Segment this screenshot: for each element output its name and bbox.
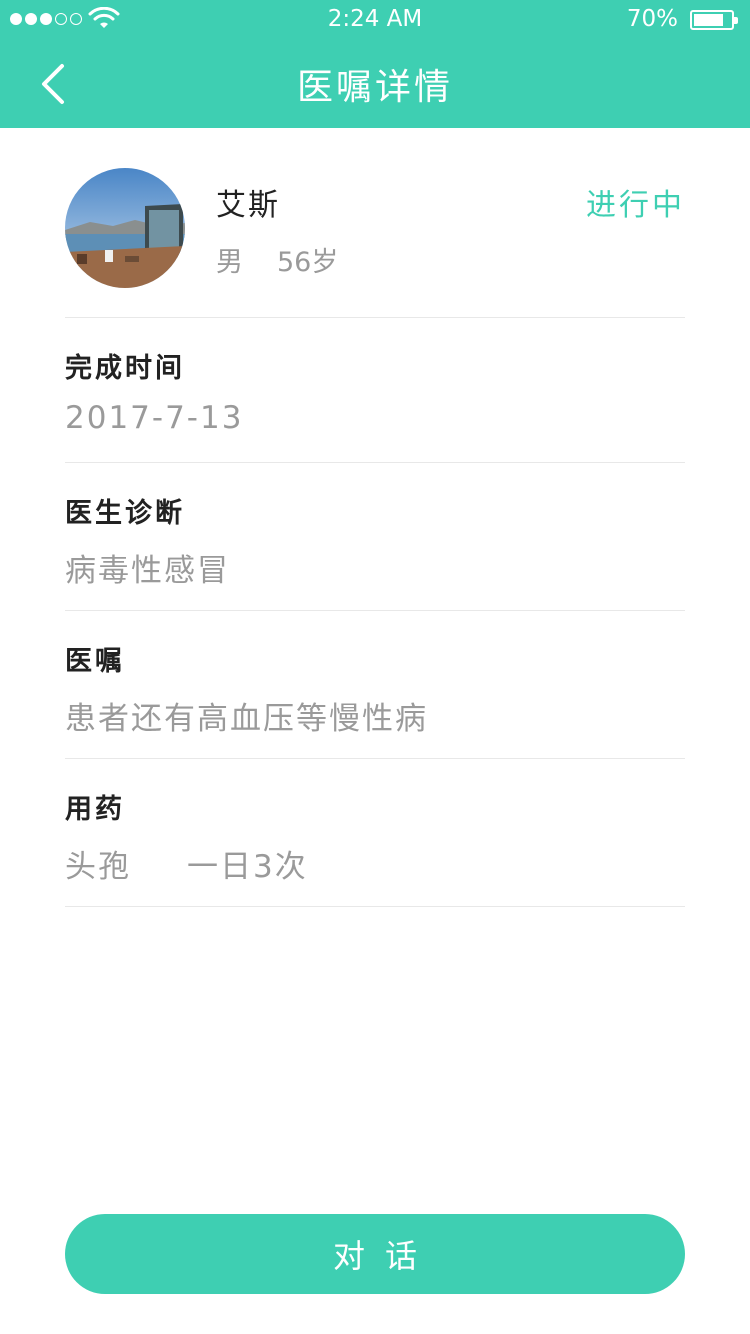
page-title: 医嘱详情 bbox=[296, 67, 453, 108]
status-badge: 进行中 bbox=[586, 188, 685, 223]
patient-gender: 男 bbox=[216, 247, 243, 278]
completion-time-label: 完成时间 bbox=[65, 353, 185, 384]
battery-percent: 70% bbox=[626, 6, 678, 32]
medication-frequency: 一日3次 bbox=[187, 849, 308, 885]
diagnosis-label: 医生诊断 bbox=[65, 498, 185, 529]
patient-card: 艾斯 男 56岁 进行中 bbox=[65, 128, 685, 318]
patient-age: 56岁 bbox=[277, 247, 339, 278]
medication-section: 用药 头孢 一日3次 bbox=[65, 759, 685, 907]
completion-time-value: 2017-7-13 bbox=[65, 400, 244, 436]
status-bar: 2:24 AM 70% bbox=[0, 0, 750, 40]
header: 2:24 AM 70% 医嘱详情 bbox=[0, 0, 750, 128]
medication-drug: 头孢 bbox=[65, 849, 131, 885]
patient-info: 男 56岁 bbox=[216, 240, 338, 279]
order-detail: 艾斯 男 56岁 进行中 完成时间 2017-7-13 医生诊断 病毒性感冒 医… bbox=[65, 128, 685, 907]
medication-value: 头孢 一日3次 bbox=[65, 841, 308, 886]
navigation-bar: 医嘱详情 bbox=[0, 40, 750, 128]
advice-section: 医嘱 患者还有高血压等慢性病 bbox=[65, 611, 685, 759]
diagnosis-value: 病毒性感冒 bbox=[65, 553, 230, 589]
completion-time-section: 完成时间 2017-7-13 bbox=[65, 318, 685, 463]
advice-value: 患者还有高血压等慢性病 bbox=[65, 701, 428, 737]
avatar bbox=[65, 168, 185, 288]
diagnosis-section: 医生诊断 病毒性感冒 bbox=[65, 463, 685, 611]
medication-label: 用药 bbox=[65, 794, 125, 825]
battery-icon bbox=[690, 10, 738, 30]
advice-label: 医嘱 bbox=[65, 646, 125, 677]
patient-name: 艾斯 bbox=[216, 188, 280, 223]
dialog-button[interactable]: 对话 bbox=[65, 1214, 685, 1294]
